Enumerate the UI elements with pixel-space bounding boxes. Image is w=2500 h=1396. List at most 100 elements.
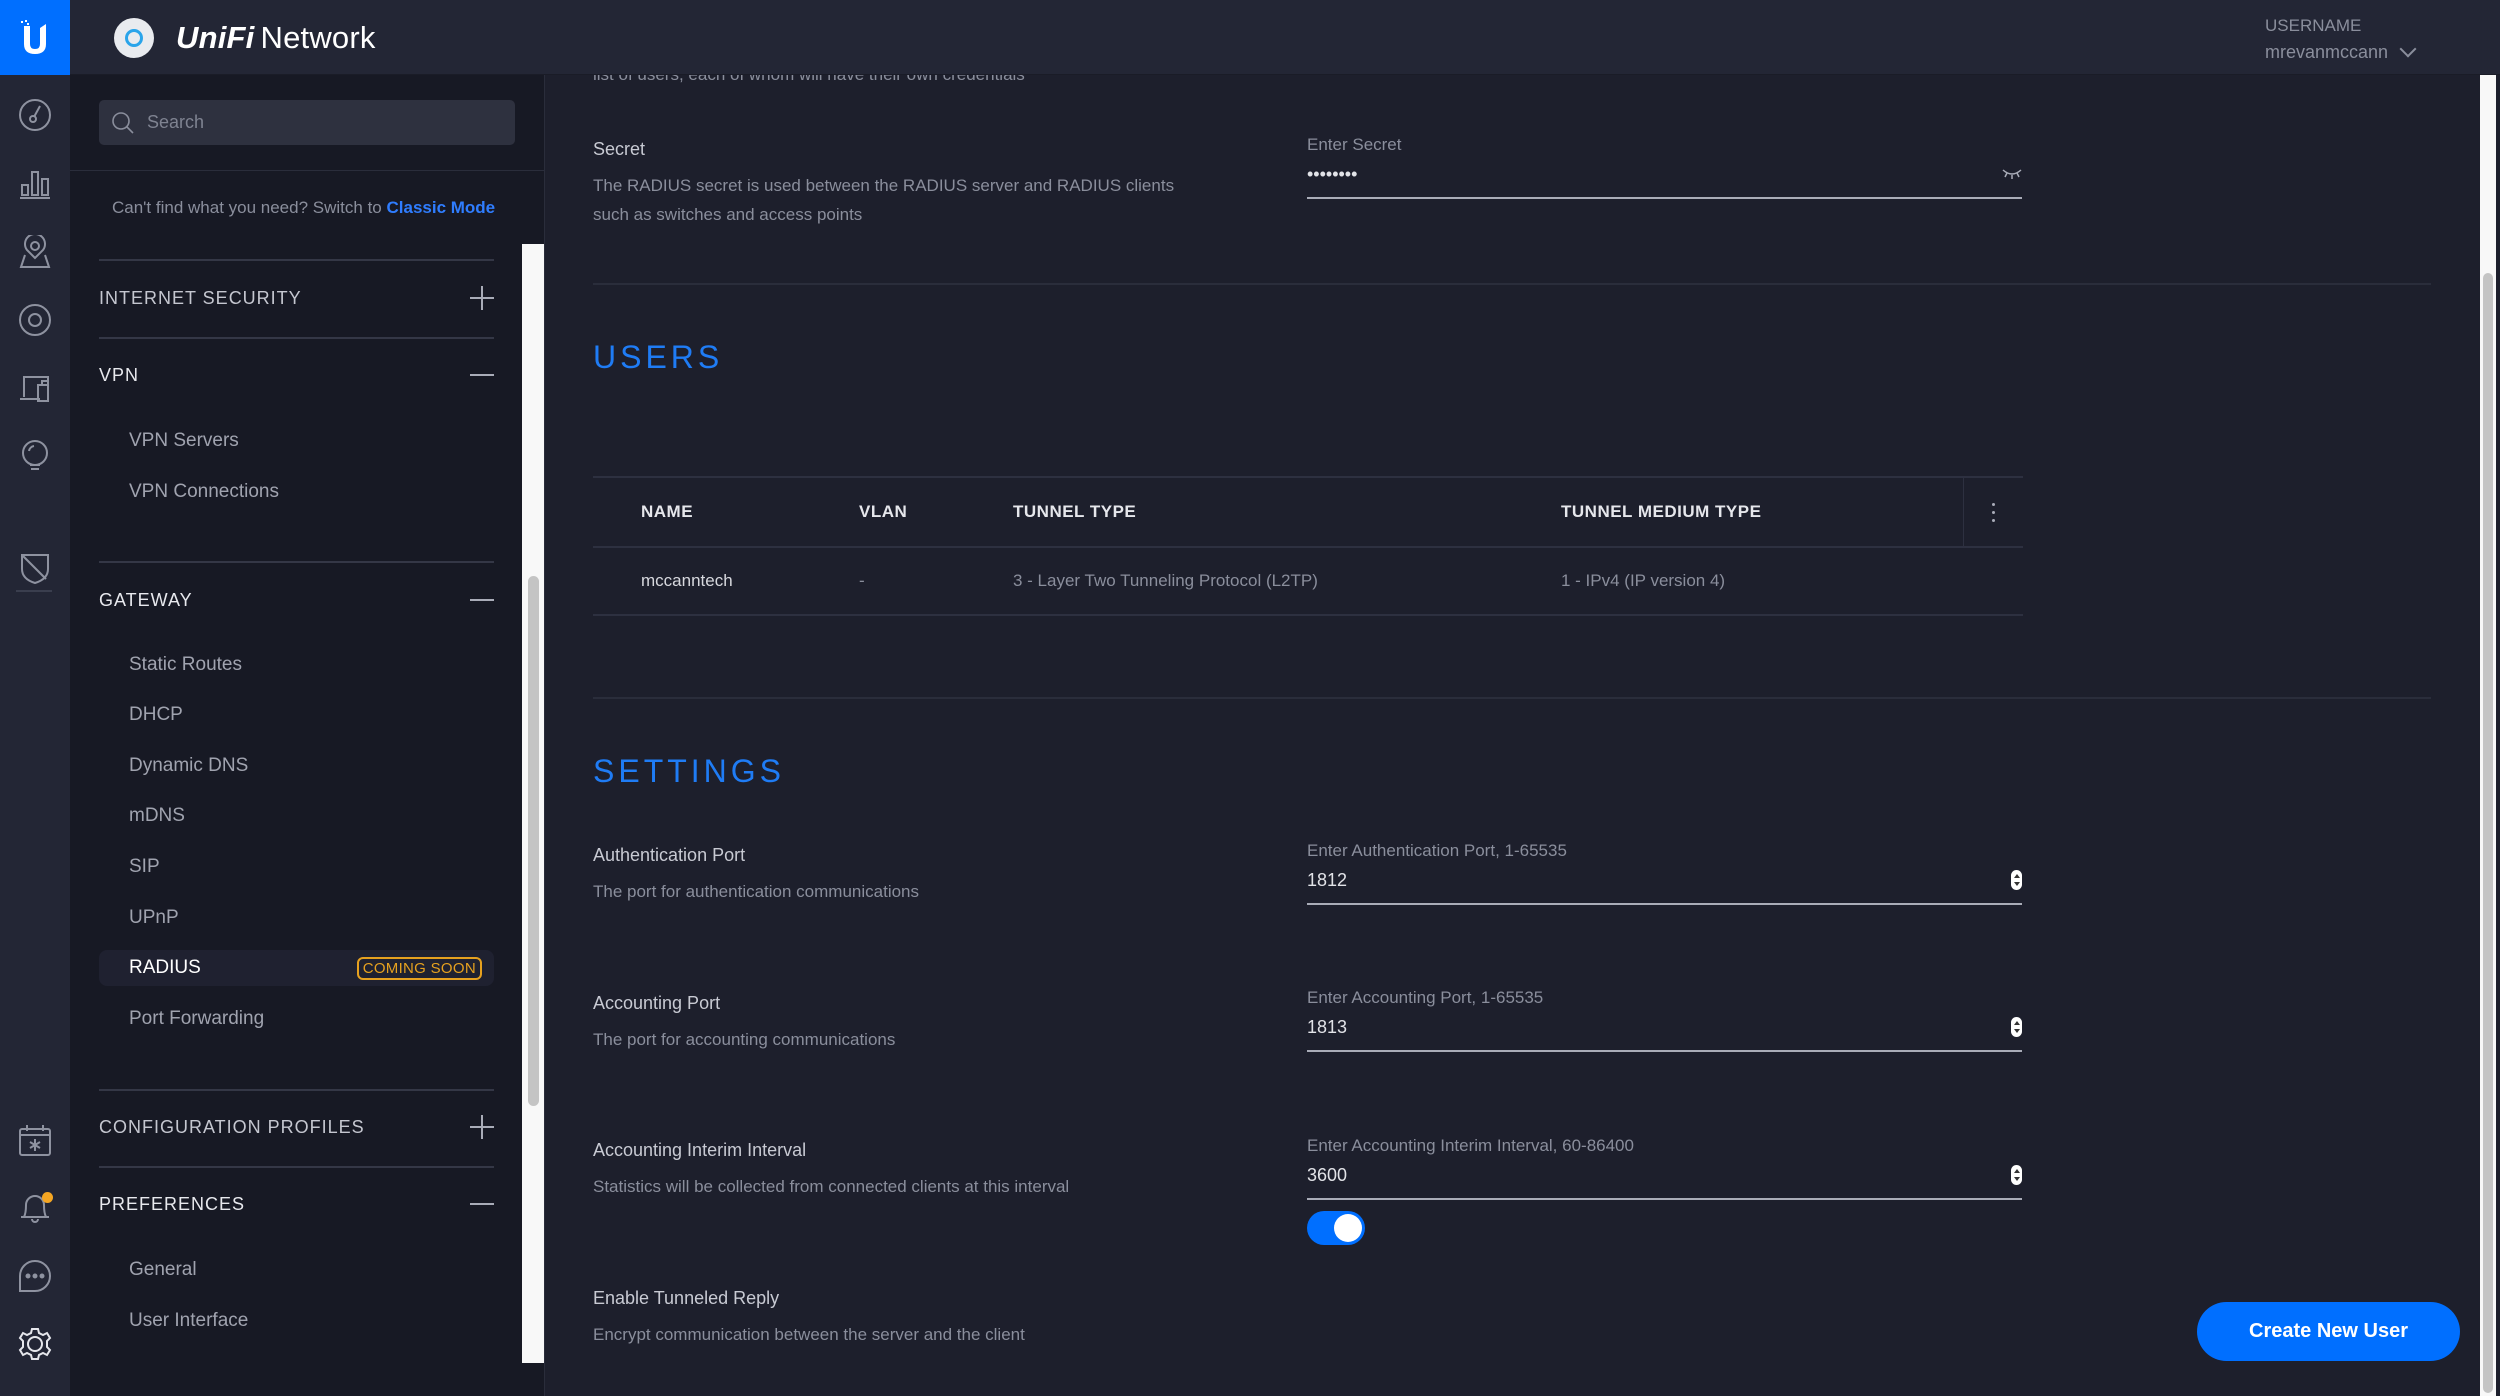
- acct-port-description: The port for accounting communications: [593, 1030, 896, 1049]
- auth-port-field: Enter Authentication Port, 1-65535: [1307, 841, 2022, 905]
- stepper-icon[interactable]: [2011, 1165, 2022, 1185]
- cell-name: mccanntech: [641, 571, 733, 590]
- divider: [99, 1166, 494, 1168]
- acct-port-field: Enter Accounting Port, 1-65535: [1307, 988, 2022, 1052]
- divider: [99, 259, 494, 261]
- column-options-icon[interactable]: [1963, 478, 2023, 546]
- classic-mode-hint: Can't find what you need? Switch to Clas…: [112, 198, 496, 217]
- sidebar-item-general[interactable]: General: [99, 1252, 494, 1288]
- sidebar-item-mdns[interactable]: mDNS: [99, 798, 494, 834]
- minus-icon[interactable]: [470, 588, 494, 612]
- tunneled-reply-label: Enable Tunneled Reply: [593, 1288, 780, 1308]
- sidebar-item-vpn-connections[interactable]: VPN Connections: [99, 474, 494, 510]
- sidebar-scrollbar-thumb[interactable]: [528, 576, 539, 1106]
- divider: [593, 283, 2431, 285]
- coming-soon-badge: COMING SOON: [356, 956, 482, 980]
- sidebar-item-sip[interactable]: SIP: [99, 849, 494, 885]
- tunneled-reply-toggle[interactable]: [1307, 1211, 1365, 1245]
- main-content: list of users, each of whom will have th…: [546, 75, 2480, 1396]
- sidebar-item-dynamic-dns[interactable]: Dynamic DNS: [99, 748, 494, 784]
- users-section-title: USERS: [593, 339, 724, 375]
- table-row[interactable]: mccanntech - 3 - Layer Two Tunneling Pro…: [593, 548, 2023, 614]
- main-scrollbar-thumb[interactable]: [2483, 273, 2493, 1393]
- sidebar-item-dhcp[interactable]: DHCP: [99, 697, 494, 733]
- section-configuration-profiles[interactable]: CONFIGURATION PROFILES: [99, 1107, 494, 1147]
- chevron-down-icon: [2399, 40, 2417, 57]
- section-internet-security[interactable]: INTERNET SECURITY: [99, 278, 494, 318]
- divider: [99, 337, 494, 339]
- create-new-user-button[interactable]: Create New User: [2197, 1302, 2460, 1361]
- auth-port-placeholder: Enter Authentication Port, 1-65535: [1307, 841, 1567, 860]
- search-icon: [112, 111, 134, 134]
- alert-badge: [42, 1192, 53, 1203]
- col-header-vlan[interactable]: VLAN: [859, 502, 907, 522]
- user-menu[interactable]: USERNAME mrevanmccann: [2265, 16, 2417, 63]
- table-header: NAME VLAN TUNNEL TYPE TUNNEL MEDIUM TYPE: [593, 478, 2023, 546]
- plus-icon[interactable]: [470, 286, 494, 310]
- sidebar-item-upnp[interactable]: UPnP: [99, 900, 494, 936]
- statistics-icon[interactable]: [17, 165, 53, 201]
- insights-icon[interactable]: [17, 438, 53, 474]
- rail-divider: [16, 590, 52, 592]
- interim-description: Statistics will be collected from connec…: [593, 1177, 1070, 1196]
- stepper-icon[interactable]: [2011, 1017, 2022, 1037]
- cell-tunnel-medium-type: 1 - IPv4 (IP version 4): [1561, 571, 1726, 590]
- users-table: NAME VLAN TUNNEL TYPE TUNNEL MEDIUM TYPE…: [593, 476, 2023, 616]
- col-header-tunnel-medium-type[interactable]: TUNNEL MEDIUM TYPE: [1561, 502, 1761, 522]
- chat-icon[interactable]: [17, 1258, 53, 1294]
- interim-input[interactable]: [1307, 1164, 1947, 1186]
- search-box[interactable]: [99, 100, 515, 145]
- section-vpn[interactable]: VPN: [99, 355, 494, 395]
- clients-icon[interactable]: [17, 370, 53, 406]
- col-header-name[interactable]: NAME: [641, 502, 693, 522]
- classic-mode-link[interactable]: Classic Mode: [386, 198, 495, 217]
- ubiquiti-u-icon: [21, 19, 46, 54]
- cell-vlan: -: [859, 571, 865, 590]
- sidebar-item-vpn-servers[interactable]: VPN Servers: [99, 423, 494, 459]
- secret-field: Enter Secret: [1307, 135, 2022, 199]
- col-header-tunnel-type[interactable]: TUNNEL TYPE: [1013, 502, 1136, 522]
- sidebar-item-static-routes[interactable]: Static Routes: [99, 647, 494, 683]
- devices-icon[interactable]: [17, 302, 53, 338]
- acct-port-label: Accounting Port: [593, 993, 721, 1013]
- auth-port-label: Authentication Port: [593, 845, 746, 865]
- minus-icon[interactable]: [470, 1192, 494, 1216]
- app-title: UniFi Network: [176, 20, 376, 55]
- plus-icon[interactable]: [470, 1115, 494, 1139]
- secret-placeholder: Enter Secret: [1307, 135, 1402, 154]
- alerts-icon[interactable]: [17, 1190, 53, 1226]
- acct-port-placeholder: Enter Accounting Port, 1-65535: [1307, 988, 1544, 1007]
- interim-field: Enter Accounting Interim Interval, 60-86…: [1307, 1136, 2022, 1200]
- username-label: USERNAME: [2265, 16, 2362, 35]
- cell-tunnel-type: 3 - Layer Two Tunneling Protocol (L2TP): [1013, 571, 1318, 590]
- eye-closed-icon[interactable]: [2002, 168, 2022, 180]
- settings-icon[interactable]: [17, 1326, 53, 1362]
- sidebar-item-port-forwarding[interactable]: Port Forwarding: [99, 1001, 494, 1037]
- ubiquiti-logo[interactable]: [0, 0, 70, 75]
- search-input[interactable]: [145, 111, 505, 134]
- main-scrollbar[interactable]: [2480, 75, 2496, 1396]
- minus-icon[interactable]: [470, 363, 494, 387]
- divider: [99, 1089, 494, 1091]
- dashboard-icon[interactable]: [17, 97, 53, 133]
- unifi-app-logo: [114, 18, 154, 58]
- map-icon[interactable]: [17, 234, 53, 270]
- divider: [593, 697, 2431, 699]
- secret-input[interactable]: [1307, 163, 1947, 185]
- settings-section-title: SETTINGS: [593, 753, 786, 789]
- stepper-icon[interactable]: [2011, 870, 2022, 890]
- sidebar-item-radius[interactable]: RADIUS COMING SOON: [99, 950, 494, 986]
- acct-port-input[interactable]: [1307, 1016, 1947, 1038]
- settings-sidebar: Can't find what you need? Switch to Clas…: [70, 75, 545, 1396]
- sidebar-scrollbar[interactable]: [522, 244, 544, 1363]
- auth-port-input[interactable]: [1307, 869, 1947, 891]
- secret-label: Secret: [593, 139, 646, 159]
- truncated-description: list of users, each of whom will have th…: [593, 75, 1025, 85]
- section-gateway[interactable]: GATEWAY: [99, 580, 494, 620]
- sidebar-item-user-interface[interactable]: User Interface: [99, 1303, 494, 1339]
- events-icon[interactable]: [17, 1122, 53, 1158]
- tunneled-reply-description: Encrypt communication between the server…: [593, 1325, 1025, 1344]
- divider: [99, 561, 494, 563]
- section-preferences[interactable]: PREFERENCES: [99, 1184, 494, 1224]
- threat-management-icon[interactable]: [17, 550, 53, 586]
